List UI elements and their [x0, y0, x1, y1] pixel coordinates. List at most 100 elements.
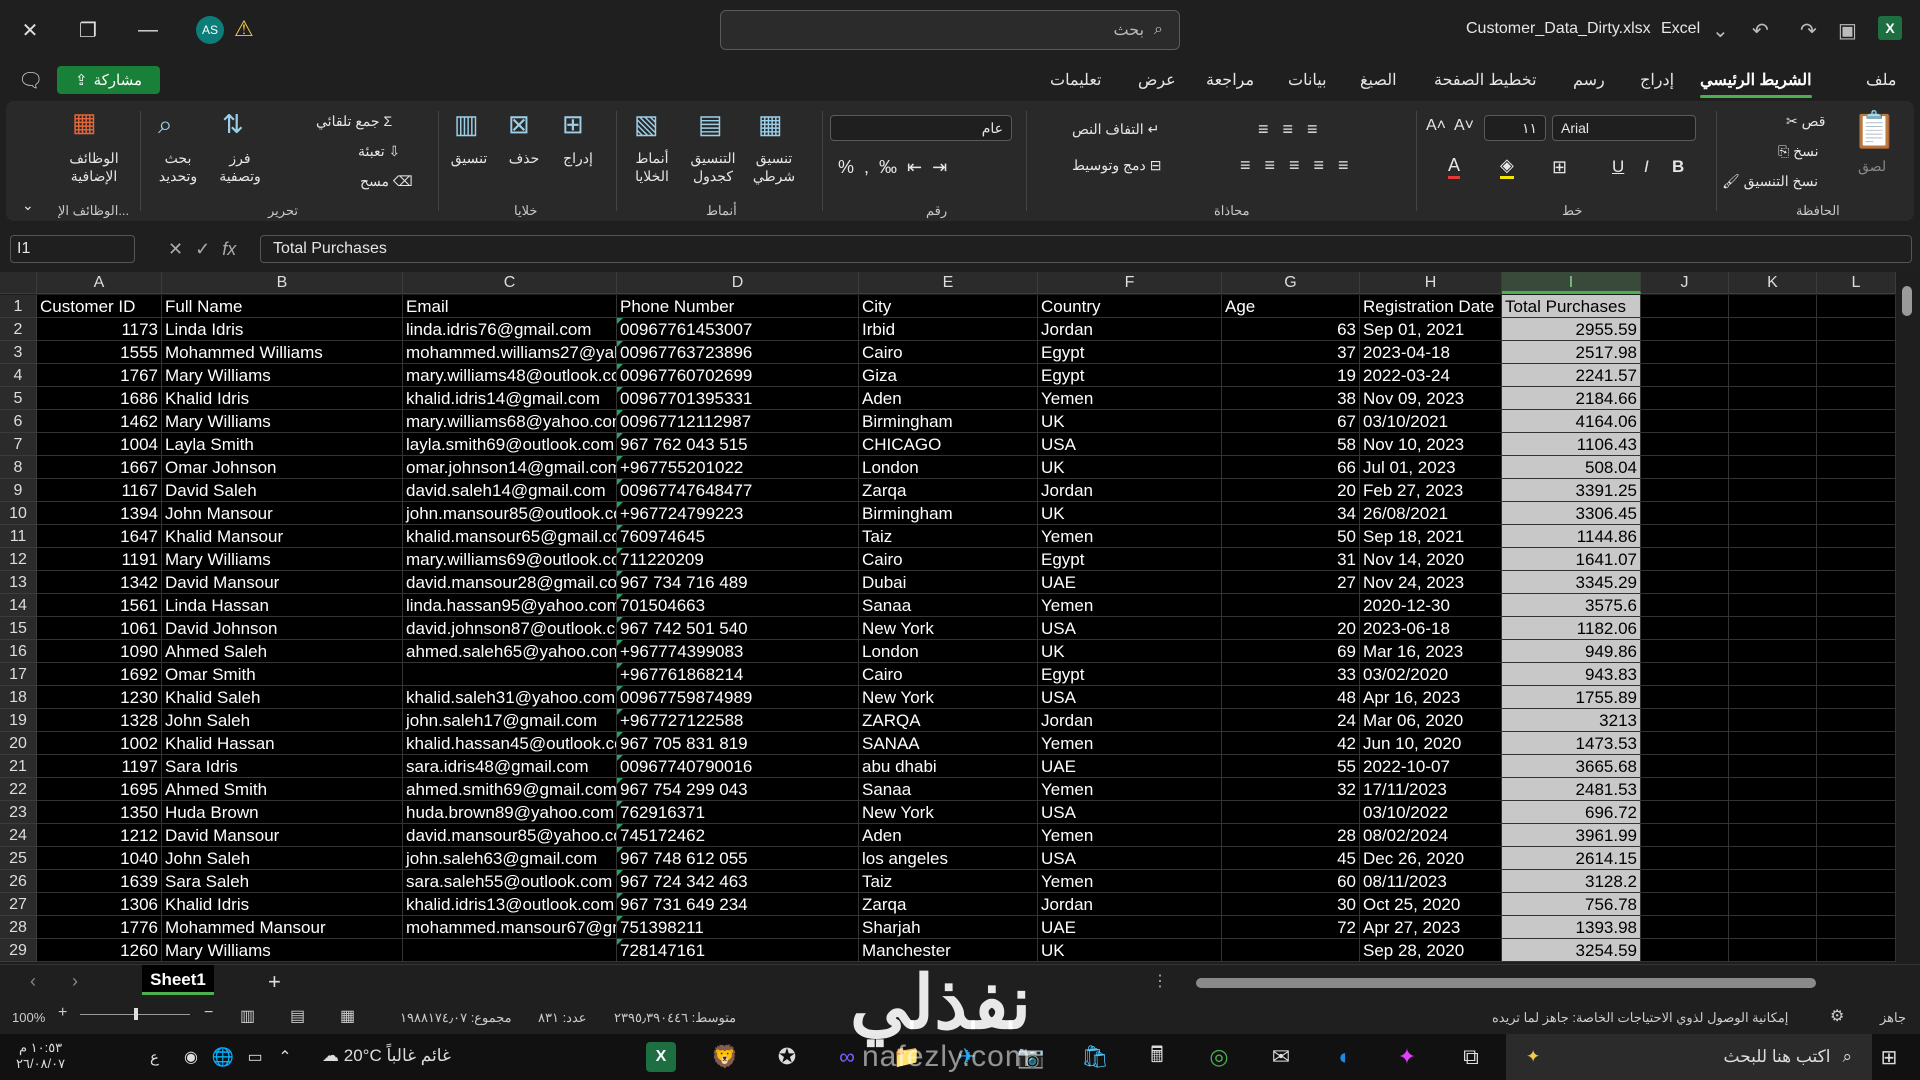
- tab-help[interactable]: تعليمات: [1050, 70, 1101, 90]
- table-cell[interactable]: [1729, 571, 1817, 594]
- table-cell[interactable]: 1667: [37, 456, 162, 479]
- table-cell[interactable]: [1817, 617, 1896, 640]
- column-header-f[interactable]: F: [1038, 272, 1222, 294]
- table-cell[interactable]: Manchester: [859, 939, 1038, 962]
- header-cell[interactable]: Registration Date: [1360, 295, 1502, 318]
- prev-sheet-icon[interactable]: ‹: [30, 971, 36, 992]
- table-cell[interactable]: mary.williams68@yahoo.com: [403, 410, 617, 433]
- row-header[interactable]: 28: [0, 916, 37, 939]
- table-cell[interactable]: 48: [1222, 686, 1360, 709]
- table-cell[interactable]: Yemen: [1038, 732, 1222, 755]
- table-cell[interactable]: Jordan: [1038, 709, 1222, 732]
- accessibility-status[interactable]: إمكانية الوصول لذوي الاحتياجات الخاصة: ج…: [1492, 1010, 1788, 1026]
- table-cell[interactable]: New York: [859, 801, 1038, 824]
- table-cell[interactable]: [1641, 525, 1729, 548]
- table-cell[interactable]: 03/02/2020: [1360, 663, 1502, 686]
- row-header[interactable]: 6: [0, 410, 37, 433]
- table-cell[interactable]: ahmed.saleh65@yahoo.com: [403, 640, 617, 663]
- table-cell[interactable]: 2022-03-24: [1360, 364, 1502, 387]
- zoom-out-icon[interactable]: −: [204, 1004, 213, 1022]
- table-cell[interactable]: 2955.59: [1502, 318, 1641, 341]
- table-cell[interactable]: Taiz: [859, 870, 1038, 893]
- table-cell[interactable]: +967774399083: [617, 640, 859, 663]
- table-cell[interactable]: [1817, 387, 1896, 410]
- table-cell[interactable]: 1686: [37, 387, 162, 410]
- table-cell[interactable]: Huda Brown: [162, 801, 403, 824]
- table-cell[interactable]: [1817, 341, 1896, 364]
- tab-page-layout[interactable]: تخطيط الصفحة: [1434, 70, 1537, 90]
- table-cell[interactable]: [1729, 502, 1817, 525]
- table-cell[interactable]: Dubai: [859, 571, 1038, 594]
- add-sheet-icon[interactable]: +: [268, 969, 281, 995]
- tab-file[interactable]: ملف: [1866, 70, 1896, 90]
- table-cell[interactable]: SANAA: [859, 732, 1038, 755]
- table-cell[interactable]: [1641, 663, 1729, 686]
- table-cell[interactable]: CHICAGO: [859, 433, 1038, 456]
- table-cell[interactable]: david.mansour85@yahoo.com: [403, 824, 617, 847]
- table-cell[interactable]: 00967712112987: [617, 410, 859, 433]
- display-settings-icon[interactable]: ⚙: [1830, 1006, 1844, 1026]
- table-cell[interactable]: Mary Williams: [162, 410, 403, 433]
- table-cell[interactable]: Khalid Saleh: [162, 686, 403, 709]
- row-header[interactable]: 22: [0, 778, 37, 801]
- table-cell[interactable]: [1817, 732, 1896, 755]
- row-header[interactable]: 2: [0, 318, 37, 341]
- table-cell[interactable]: [1641, 410, 1729, 433]
- table-cell[interactable]: Jordan: [1038, 479, 1222, 502]
- redo-icon[interactable]: ↷: [1800, 18, 1817, 43]
- table-cell[interactable]: [403, 939, 617, 962]
- table-cell[interactable]: 00967759874989: [617, 686, 859, 709]
- table-cell[interactable]: [1817, 410, 1896, 433]
- table-cell[interactable]: [1641, 502, 1729, 525]
- table-cell[interactable]: 08/11/2023: [1360, 870, 1502, 893]
- paste-icon[interactable]: 📋: [1852, 109, 1897, 151]
- table-cell[interactable]: 1393.98: [1502, 916, 1641, 939]
- table-cell[interactable]: [1817, 571, 1896, 594]
- table-cell[interactable]: [1729, 387, 1817, 410]
- table-cell[interactable]: Sanaa: [859, 778, 1038, 801]
- table-cell[interactable]: 711220209: [617, 548, 859, 571]
- table-cell[interactable]: 2614.15: [1502, 847, 1641, 870]
- header-cell[interactable]: [1729, 295, 1817, 318]
- chevron-down-icon[interactable]: ⌄: [1712, 18, 1729, 43]
- clock[interactable]: ١٠:٥٣ م ٢٦/٠٨/٠٧: [16, 1040, 65, 1072]
- add-ins-icon[interactable]: ▦: [72, 107, 97, 138]
- table-cell[interactable]: 1212: [37, 824, 162, 847]
- table-cell[interactable]: 4164.06: [1502, 410, 1641, 433]
- row-header[interactable]: 26: [0, 870, 37, 893]
- spreadsheet-grid[interactable]: A B C D E F G H I J K L 1 Customer ID Full Name Email Ph…: [0, 272, 1920, 964]
- table-cell[interactable]: 1394: [37, 502, 162, 525]
- table-cell[interactable]: [1729, 732, 1817, 755]
- table-cell[interactable]: [1817, 525, 1896, 548]
- table-cell[interactable]: 2517.98: [1502, 341, 1641, 364]
- table-cell[interactable]: Jun 10, 2020: [1360, 732, 1502, 755]
- table-cell[interactable]: los angeles: [859, 847, 1038, 870]
- row-header[interactable]: 7: [0, 433, 37, 456]
- visual-studio-icon[interactable]: ∞: [832, 1042, 862, 1072]
- table-cell[interactable]: 28: [1222, 824, 1360, 847]
- table-cell[interactable]: Egypt: [1038, 364, 1222, 387]
- table-cell[interactable]: [1641, 341, 1729, 364]
- table-cell[interactable]: 27: [1222, 571, 1360, 594]
- table-cell[interactable]: 3128.2: [1502, 870, 1641, 893]
- bold-icon[interactable]: B: [1672, 157, 1684, 177]
- horizontal-scroll-thumb[interactable]: [1196, 978, 1816, 988]
- table-cell[interactable]: 756.78: [1502, 893, 1641, 916]
- table-cell[interactable]: 45: [1222, 847, 1360, 870]
- table-cell[interactable]: 967 724 342 463: [617, 870, 859, 893]
- table-cell[interactable]: [1729, 410, 1817, 433]
- table-cell[interactable]: 3575.6: [1502, 594, 1641, 617]
- table-cell[interactable]: david.saleh14@gmail.com: [403, 479, 617, 502]
- table-cell[interactable]: 967 731 649 234: [617, 893, 859, 916]
- minimize-icon[interactable]: —: [130, 12, 166, 48]
- table-cell[interactable]: Sara Saleh: [162, 870, 403, 893]
- table-cell[interactable]: Yemen: [1038, 824, 1222, 847]
- table-cell[interactable]: 72: [1222, 916, 1360, 939]
- column-header-j[interactable]: J: [1641, 272, 1729, 294]
- collapse-ribbon-icon[interactable]: ⌄: [22, 197, 34, 214]
- table-cell[interactable]: 42: [1222, 732, 1360, 755]
- row-header[interactable]: 24: [0, 824, 37, 847]
- next-sheet-icon[interactable]: ›: [72, 971, 78, 992]
- table-cell[interactable]: john.saleh63@gmail.com: [403, 847, 617, 870]
- table-cell[interactable]: 3665.68: [1502, 755, 1641, 778]
